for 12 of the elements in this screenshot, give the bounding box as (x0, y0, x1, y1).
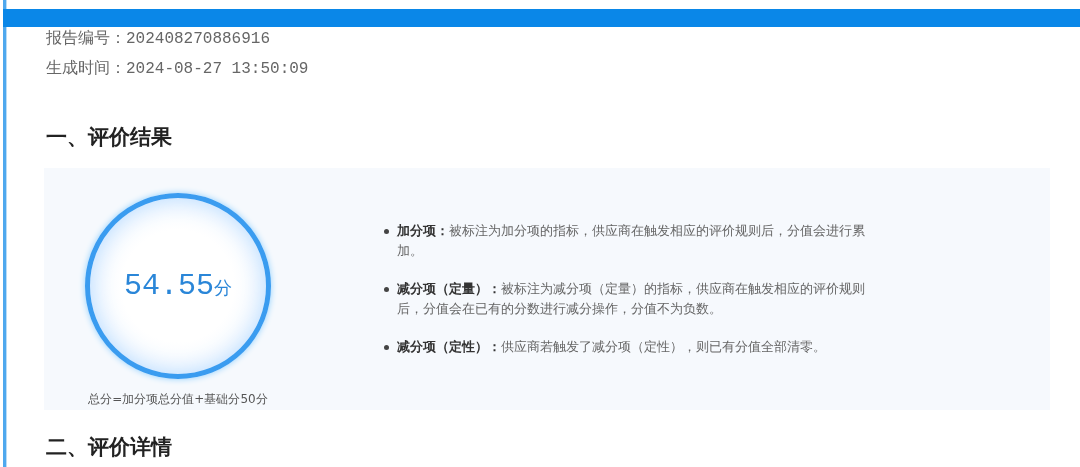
section-heading: 二、评价详情 (46, 434, 173, 460)
meta-line: 生成时间：2024-08-27 13:50:09 (46, 58, 310, 80)
rule-text: 减分项（定量）：被标注为减分项（定量）的指标，供应商在触发相应的评价规则后，分值会在已有的分数进行减分操作，分值不为负数。 (397, 280, 866, 318)
section-heading: 一、评价结果 (46, 124, 173, 150)
bullet-icon (384, 287, 389, 292)
bullet-icon (384, 345, 389, 350)
meta-line: 报告编号：202408270886916 (46, 28, 272, 50)
score-value: 54.55分 (124, 268, 232, 303)
score-formula: 总分=加分项总分值+基础分50分 (88, 390, 268, 408)
bullet-icon (384, 229, 389, 234)
rule-text: 加分项：被标注为加分项的指标，供应商在触发相应的评价规则后，分值会进行累加。 (397, 222, 866, 260)
rule-text: 减分项（定性）：供应商若触发了减分项（定性），则已有分值全部清零。 (397, 338, 826, 356)
